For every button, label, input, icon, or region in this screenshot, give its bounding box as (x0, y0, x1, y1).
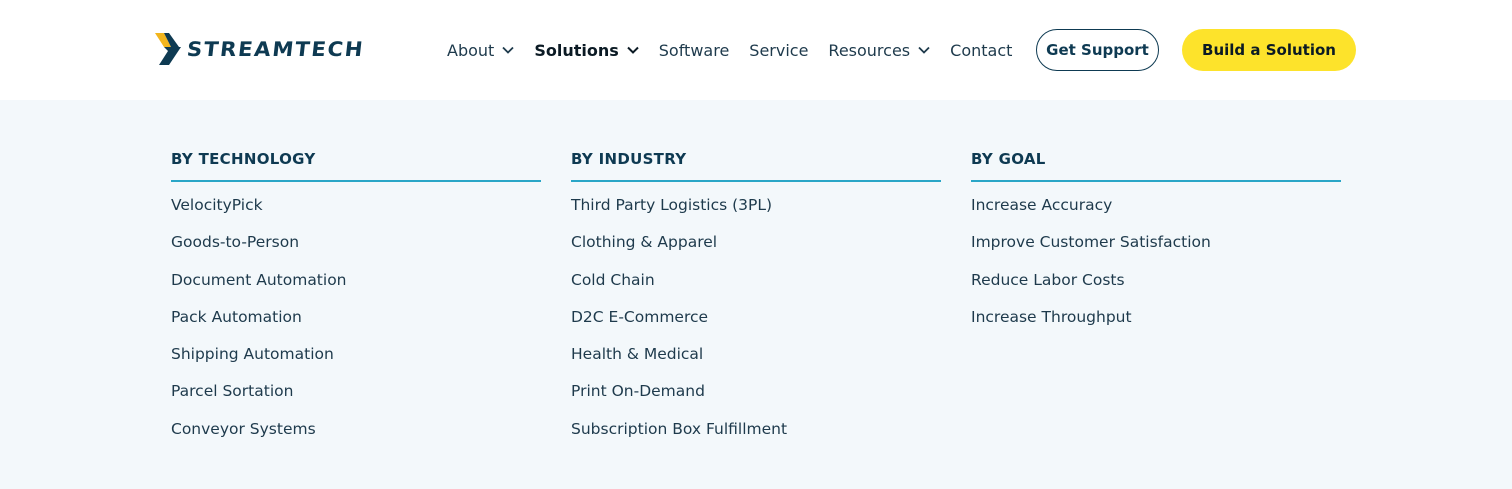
chevron-down-icon (502, 46, 514, 54)
nav-item-contact[interactable]: Contact (950, 41, 1012, 60)
link-list: Increase Accuracy Improve Customer Satis… (971, 196, 1341, 345)
menu-link[interactable]: Third Party Logistics (3PL) (571, 196, 941, 233)
menu-link[interactable]: Goods-to-Person (171, 233, 541, 270)
nav-item-solutions[interactable]: Solutions (534, 40, 639, 60)
nav-item-label: Resources (828, 40, 911, 60)
menu-link[interactable]: Subscription Box Fulfillment (571, 420, 941, 457)
menu-column-industry: BY INDUSTRY Third Party Logistics (3PL) … (571, 150, 941, 457)
menu-link[interactable]: Increase Throughput (971, 308, 1341, 345)
nav-item-resources[interactable]: Resources (828, 41, 930, 60)
nav-item-service[interactable]: Service (749, 41, 808, 60)
menu-link[interactable]: Print On-Demand (571, 382, 941, 419)
nav-item-label: About (447, 40, 495, 60)
logo-text: STREAMTECH (185, 37, 366, 61)
menu-link[interactable]: Cold Chain (571, 271, 941, 308)
link-list: Third Party Logistics (3PL) Clothing & A… (571, 196, 941, 457)
nav-item-label: Solutions (534, 40, 619, 60)
menu-link[interactable]: D2C E-Commerce (571, 308, 941, 345)
column-heading: BY GOAL (971, 150, 1341, 182)
column-heading: BY TECHNOLOGY (171, 150, 541, 182)
menu-link[interactable]: Conveyor Systems (171, 420, 541, 457)
menu-link[interactable]: Increase Accuracy (971, 196, 1341, 233)
menu-link[interactable]: Reduce Labor Costs (971, 271, 1341, 308)
logo[interactable]: STREAMTECH (155, 33, 366, 65)
menu-link[interactable]: Improve Customer Satisfaction (971, 233, 1341, 270)
menu-link[interactable]: Document Automation (171, 271, 541, 308)
menu-link[interactable]: Clothing & Apparel (571, 233, 941, 270)
menu-column-goal: BY GOAL Increase Accuracy Improve Custom… (971, 150, 1341, 345)
nav-item-software[interactable]: Software (659, 41, 730, 60)
menu-link[interactable]: Shipping Automation (171, 345, 541, 382)
get-support-button[interactable]: Get Support (1036, 29, 1159, 71)
nav-item-label: Service (749, 40, 809, 60)
nav-item-label: Contact (950, 40, 1013, 60)
chevron-logo-icon (155, 33, 181, 65)
menu-link[interactable]: VelocityPick (171, 196, 541, 233)
menu-link[interactable]: Health & Medical (571, 345, 941, 382)
solutions-mega-menu: BY TECHNOLOGY VelocityPick Goods-to-Pers… (0, 100, 1512, 489)
link-list: VelocityPick Goods-to-Person Document Au… (171, 196, 541, 457)
chevron-down-icon (627, 46, 639, 54)
site-header: STREAMTECH About Solutions Software Serv… (0, 0, 1512, 100)
main-nav: About Solutions Software Service Resourc… (447, 38, 1032, 62)
menu-link[interactable]: Parcel Sortation (171, 382, 541, 419)
chevron-down-icon (918, 46, 930, 54)
nav-item-about[interactable]: About (447, 41, 514, 60)
menu-column-technology: BY TECHNOLOGY VelocityPick Goods-to-Pers… (171, 150, 541, 457)
build-solution-button[interactable]: Build a Solution (1182, 29, 1356, 71)
menu-link[interactable]: Pack Automation (171, 308, 541, 345)
column-heading: BY INDUSTRY (571, 150, 941, 182)
nav-item-label: Software (658, 40, 730, 60)
